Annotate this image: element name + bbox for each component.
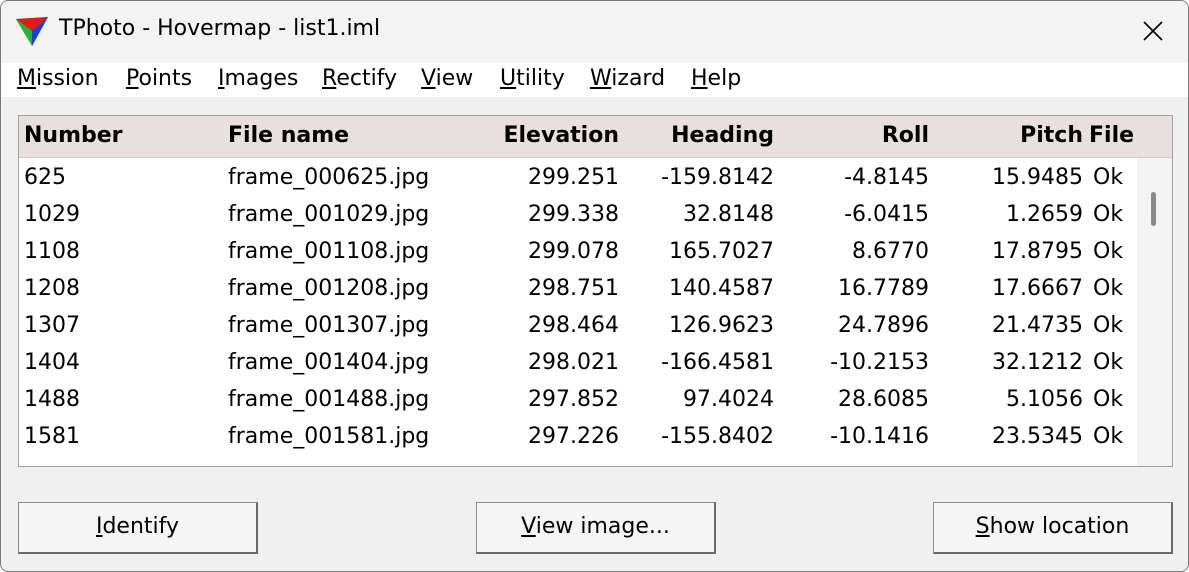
column-header-roll[interactable]: Roll <box>769 123 929 148</box>
menu-bar: Mission Points Images Rectify View Utili… <box>1 63 1188 97</box>
cell-roll: 16.7789 <box>838 276 929 301</box>
cell-heading: 140.4587 <box>669 276 774 301</box>
cell-heading: 97.4024 <box>683 387 774 412</box>
cell-file-name: frame_001208.jpg <box>228 276 430 301</box>
window-title: TPhoto - Hovermap - list1.iml <box>59 16 381 41</box>
cell-file-status: Ok <box>1093 424 1124 449</box>
cell-file-name: frame_000625.jpg <box>228 165 430 190</box>
title-bar[interactable]: TPhoto - Hovermap - list1.iml <box>1 1 1188 63</box>
cell-roll: 8.6770 <box>852 239 929 264</box>
cell-pitch: 17.8795 <box>992 239 1083 264</box>
cell-number: 1488 <box>24 387 80 412</box>
cell-heading: 126.9623 <box>669 313 774 338</box>
list-rows: 625 frame_000625.jpg 299.251 -159.8142 -… <box>19 158 1137 454</box>
cell-pitch: 17.6667 <box>992 276 1083 301</box>
menu-utility[interactable]: Utility <box>500 66 565 91</box>
cell-number: 1307 <box>24 313 80 338</box>
cell-pitch: 32.1212 <box>992 350 1083 375</box>
column-header-elevation[interactable]: Elevation <box>459 123 619 148</box>
menu-points[interactable]: Points <box>126 66 192 91</box>
cell-file-status: Ok <box>1093 202 1124 227</box>
close-icon <box>1143 21 1163 41</box>
cell-number: 1029 <box>24 202 80 227</box>
column-header-number[interactable]: Number <box>24 123 123 148</box>
cell-file-status: Ok <box>1093 165 1124 190</box>
column-header-file[interactable]: File <box>1089 123 1134 148</box>
column-header-file-name[interactable]: File name <box>228 123 349 148</box>
menu-rectify[interactable]: Rectify <box>322 66 397 91</box>
cell-number: 625 <box>24 165 66 190</box>
cell-elevation: 299.078 <box>528 239 619 264</box>
cell-elevation: 298.751 <box>528 276 619 301</box>
table-row[interactable]: 1404 frame_001404.jpg 298.021 -166.4581 … <box>19 343 1137 380</box>
list-header: Number File name Elevation Heading Roll … <box>19 116 1172 158</box>
image-list[interactable]: Number File name Elevation Heading Roll … <box>18 115 1173 467</box>
table-row[interactable]: 1108 frame_001108.jpg 299.078 165.7027 8… <box>19 232 1137 269</box>
scrollbar-thumb[interactable] <box>1151 192 1156 226</box>
table-row[interactable]: 1029 frame_001029.jpg 299.338 32.8148 -6… <box>19 195 1137 232</box>
cell-roll: 24.7896 <box>838 313 929 338</box>
column-header-heading[interactable]: Heading <box>614 123 774 148</box>
cell-number: 1404 <box>24 350 80 375</box>
cell-elevation: 298.021 <box>528 350 619 375</box>
menu-view[interactable]: View <box>421 66 473 91</box>
menu-wizard[interactable]: Wizard <box>590 66 665 91</box>
cell-pitch: 21.4735 <box>992 313 1083 338</box>
column-header-pitch[interactable]: Pitch <box>919 123 1083 148</box>
cell-elevation: 298.464 <box>528 313 619 338</box>
cell-file-name: frame_001488.jpg <box>228 387 430 412</box>
table-row[interactable]: 1488 frame_001488.jpg 297.852 97.4024 28… <box>19 380 1137 417</box>
cell-file-status: Ok <box>1093 239 1124 264</box>
cell-heading: 32.8148 <box>683 202 774 227</box>
cell-file-name: frame_001029.jpg <box>228 202 430 227</box>
menu-mission[interactable]: Mission <box>17 66 99 91</box>
cell-file-status: Ok <box>1093 276 1124 301</box>
tphoto-window: TPhoto - Hovermap - list1.iml Mission Po… <box>0 0 1189 572</box>
tphoto-triangle-icon <box>16 17 48 46</box>
cell-file-name: frame_001581.jpg <box>228 424 430 449</box>
cell-pitch: 5.1056 <box>1006 387 1083 412</box>
cell-pitch: 15.9485 <box>992 165 1083 190</box>
cell-file-status: Ok <box>1093 350 1124 375</box>
cell-heading: -166.4581 <box>661 350 774 375</box>
cell-elevation: 299.251 <box>528 165 619 190</box>
cell-number: 1108 <box>24 239 80 264</box>
cell-elevation: 297.852 <box>528 387 619 412</box>
menu-images[interactable]: Images <box>218 66 298 91</box>
cell-number: 1581 <box>24 424 80 449</box>
table-row[interactable]: 1307 frame_001307.jpg 298.464 126.9623 2… <box>19 306 1137 343</box>
close-button[interactable] <box>1118 1 1188 61</box>
cell-elevation: 297.226 <box>528 424 619 449</box>
cell-file-status: Ok <box>1093 387 1124 412</box>
cell-heading: -159.8142 <box>661 165 774 190</box>
cell-file-name: frame_001307.jpg <box>228 313 430 338</box>
table-row[interactable]: 625 frame_000625.jpg 299.251 -159.8142 -… <box>19 158 1137 195</box>
cell-file-status: Ok <box>1093 313 1124 338</box>
show-location-button[interactable]: Show location <box>933 502 1173 554</box>
cell-pitch: 23.5345 <box>992 424 1083 449</box>
cell-file-name: frame_001404.jpg <box>228 350 430 375</box>
vertical-scrollbar[interactable] <box>1137 158 1172 466</box>
menu-help[interactable]: Help <box>691 66 741 91</box>
view-image-button[interactable]: View image... <box>476 502 716 554</box>
cell-heading: 165.7027 <box>669 239 774 264</box>
cell-pitch: 1.2659 <box>1006 202 1083 227</box>
cell-roll: 28.6085 <box>838 387 929 412</box>
cell-roll: -6.0415 <box>844 202 929 227</box>
cell-roll: -10.1416 <box>830 424 929 449</box>
identify-button[interactable]: Identify <box>18 502 258 554</box>
cell-elevation: 299.338 <box>528 202 619 227</box>
cell-roll: -10.2153 <box>830 350 929 375</box>
cell-file-name: frame_001108.jpg <box>228 239 430 264</box>
cell-heading: -155.8402 <box>661 424 774 449</box>
table-row[interactable]: 1581 frame_001581.jpg 297.226 -155.8402 … <box>19 417 1137 454</box>
table-row[interactable]: 1208 frame_001208.jpg 298.751 140.4587 1… <box>19 269 1137 306</box>
cell-roll: -4.8145 <box>844 165 929 190</box>
cell-number: 1208 <box>24 276 80 301</box>
